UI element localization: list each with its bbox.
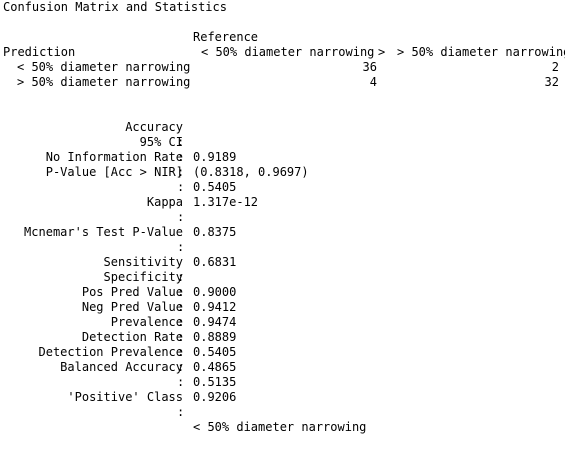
stat-separator: :: [177, 405, 185, 419]
stat-name: Kappa: [146, 195, 183, 209]
stat-value: 0.9206: [193, 390, 237, 404]
output-title: Confusion Matrix and Statistics: [3, 0, 227, 14]
matrix-cell: 4: [369, 75, 377, 89]
stat-value: 1.317e-12: [193, 195, 259, 209]
column-header-greater-50: > 50% diameter narrowing: [397, 45, 565, 59]
stat-row-detection-rate: Detection Rate : 0.4865: [3, 315, 563, 374]
stat-row-pvalue: P-Value [Acc > NIR] : 1.317e-12: [3, 150, 563, 209]
stat-row-mcnemar: Mcnemar's Test P-Value : 0.6831: [3, 210, 563, 269]
stat-name: Mcnemar's Test P-Value: [24, 225, 183, 239]
reference-label: Reference: [193, 30, 259, 44]
row-label-less-50: < 50% diameter narrowing: [17, 60, 191, 74]
stat-name: Balanced Accuracy: [60, 360, 183, 374]
prediction-label: Prediction: [3, 45, 76, 59]
stat-row-detection-prevalence: Detection Prevalence : 0.5135: [3, 330, 563, 389]
stat-value: (0.8318, 0.9697): [193, 165, 309, 179]
stat-value: 0.8375: [193, 225, 237, 239]
stat-row-neg-pred: Neg Pred Value : 0.8889: [3, 285, 563, 344]
column-header-less-50: < 50% diameter narrowing: [201, 45, 375, 59]
stat-row-kappa: Kappa : 0.8375: [3, 180, 563, 239]
stat-row-nir: No Information Rate : 0.5405: [3, 135, 563, 194]
matrix-cell: 36: [362, 60, 377, 74]
stat-row-balanced-accuracy: Balanced Accuracy : 0.9206: [3, 345, 563, 404]
stat-row-prevalence: Prevalence : 0.5405: [3, 300, 563, 359]
stat-row-specificity: Specificity : 0.9412: [3, 255, 563, 314]
stat-value: < 50% diameter narrowing: [193, 420, 367, 434]
console-output: Confusion Matrix and Statistics Referenc…: [3, 0, 565, 434]
row-label-greater-50: > 50% diameter narrowing: [17, 75, 191, 89]
stat-name: 'Positive' Class: [67, 390, 183, 404]
matrix-cell: 32: [544, 75, 559, 89]
stat-name: P-Value [Acc > NIR]: [45, 165, 183, 179]
stat-row-positive-class: 'Positive' Class : < 50% diameter narrow…: [3, 375, 563, 434]
stat-row-sensitivity: Sensitivity : 0.9000: [3, 240, 563, 299]
stat-row-ci: 95% CI : (0.8318, 0.9697): [3, 120, 563, 179]
stat-row-accuracy: Accuracy : 0.9189: [3, 105, 563, 164]
column-header-separator-gt: >: [378, 45, 386, 59]
stat-value: 0.4865: [193, 360, 237, 374]
stat-row-pos-pred: Pos Pred Value : 0.9474: [3, 270, 563, 329]
matrix-cell: 2: [551, 60, 559, 74]
